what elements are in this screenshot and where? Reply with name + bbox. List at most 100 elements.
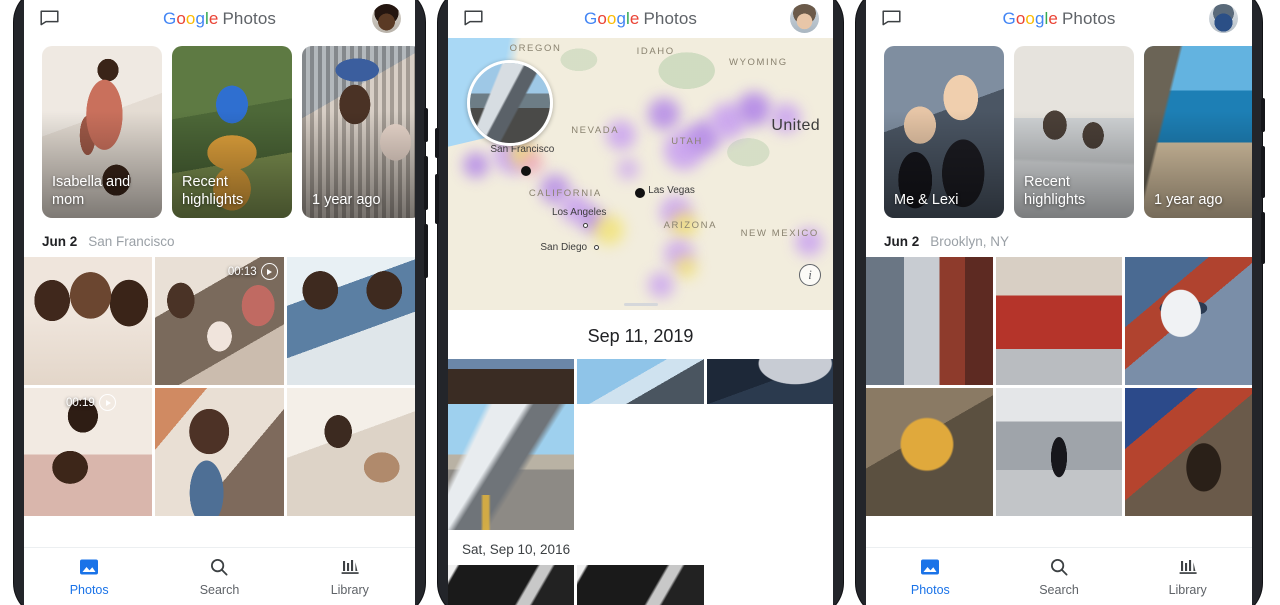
side-button[interactable]: [1261, 146, 1265, 198]
heat-blob: [648, 271, 675, 298]
nav-item-search[interactable]: Search: [995, 556, 1124, 597]
heat-blob: [648, 97, 681, 130]
photo-cell[interactable]: [286, 257, 415, 385]
map-city-marker[interactable]: [521, 165, 532, 176]
memory-card[interactable]: Isabella and mom: [42, 46, 162, 218]
side-button[interactable]: [424, 224, 428, 278]
memory-card[interactable]: Recent highlights: [172, 46, 292, 218]
app-title-product: Photos: [1061, 9, 1116, 28]
side-button[interactable]: [424, 108, 428, 142]
library-icon: [1177, 556, 1199, 578]
nav-label: Library: [330, 583, 369, 597]
heat-blob: [675, 255, 698, 278]
app-title: Google Photos: [584, 9, 697, 28]
photo-cell[interactable]: [286, 388, 415, 516]
photo-cell[interactable]: [1125, 388, 1252, 516]
grid-empty: [706, 404, 833, 530]
avatar[interactable]: [790, 4, 819, 33]
nav-item-photos[interactable]: Photos: [24, 556, 154, 597]
map-photo-thumbnail[interactable]: [467, 59, 554, 146]
photo-cell[interactable]: 00:13: [155, 257, 284, 385]
search-icon: [209, 556, 229, 578]
play-icon[interactable]: [260, 263, 278, 280]
photo-grid[interactable]: 00:13 00:19: [24, 257, 415, 516]
photo-grid[interactable]: [866, 257, 1252, 516]
photo-grid-top[interactable]: [448, 359, 833, 404]
side-button[interactable]: [1261, 212, 1265, 264]
chat-bubble-icon[interactable]: [464, 10, 483, 26]
photos-icon: [79, 556, 99, 578]
memory-card[interactable]: 1 year ago: [1144, 46, 1252, 218]
bottom-nav[interactable]: Photos Search Library: [24, 547, 415, 605]
photo-cell[interactable]: [448, 565, 575, 605]
photo-cell[interactable]: [448, 359, 575, 404]
video-duration: 00:13: [227, 265, 257, 278]
bottom-nav[interactable]: Photos Search Library: [866, 547, 1252, 605]
app-bar: Google Photos: [866, 0, 1252, 38]
nav-item-search[interactable]: Search: [154, 556, 284, 597]
map-city-marker[interactable]: [582, 222, 588, 228]
photo-map[interactable]: OREGON IDAHO WYOMING NEVADA UTAH CALIFOR…: [448, 38, 833, 310]
photo-cell[interactable]: [706, 359, 833, 404]
nav-item-photos[interactable]: Photos: [866, 556, 995, 597]
photo-date-heading: Sep 11, 2019: [587, 326, 694, 346]
photo-grid-strip[interactable]: [448, 565, 833, 605]
nav-label: Library: [1168, 583, 1207, 597]
photo-cell[interactable]: [866, 388, 993, 516]
memory-caption: Recent highlights: [1024, 173, 1086, 209]
phone-center: Google Photos OREGON IDAHO WYOMING NEVAD…: [435, 0, 843, 605]
photo-subdate-heading: Sat, Sep 10, 2016: [462, 542, 571, 557]
side-button[interactable]: [435, 174, 439, 224]
search-icon: [1049, 556, 1069, 578]
memory-card[interactable]: Me & Lexi: [884, 46, 1004, 218]
library-icon: [339, 556, 361, 578]
chat-bubble-icon[interactable]: [882, 10, 901, 26]
photo-cell[interactable]: [24, 257, 153, 385]
nav-label: Search: [1039, 583, 1079, 597]
app-title-product: Photos: [222, 9, 276, 28]
play-icon[interactable]: [98, 394, 116, 411]
grid-empty: [577, 404, 704, 530]
nav-label: Search: [199, 583, 240, 597]
date-header: Jun 2 Brooklyn, NY: [866, 228, 1252, 257]
photo-cell[interactable]: [995, 388, 1123, 516]
map-city-marker[interactable]: [634, 187, 645, 198]
place-label: Brooklyn, NY: [930, 234, 1010, 249]
side-button[interactable]: [435, 128, 439, 158]
photo-cell[interactable]: [1125, 257, 1252, 385]
date-label: Jun 2: [42, 234, 78, 249]
date-header: Jun 2 San Francisco: [24, 228, 415, 257]
phone-screen-left: Google Photos Isabella and mom Recent hi…: [24, 0, 415, 605]
memories-row[interactable]: Me & Lexi Recent highlights 1 year ago: [866, 38, 1252, 228]
nav-item-library[interactable]: Library: [285, 556, 415, 597]
chat-bubble-icon[interactable]: [40, 10, 59, 26]
info-icon[interactable]: i: [799, 264, 821, 286]
app-bar: Google Photos: [448, 0, 833, 38]
video-badge: 00:13: [228, 263, 278, 280]
photo-cell[interactable]: [577, 359, 704, 404]
photo-cell[interactable]: [577, 565, 704, 605]
phone-right: Google Photos Me & Lexi Recent highlight…: [856, 0, 1265, 605]
photo-cell[interactable]: [995, 257, 1123, 385]
place-label: San Francisco: [88, 234, 175, 249]
avatar[interactable]: [1209, 4, 1238, 33]
sheet-drag-handle[interactable]: [623, 303, 658, 306]
photo-cell[interactable]: [706, 565, 833, 605]
nav-label: Photos: [910, 583, 950, 597]
memory-caption: Me & Lexi: [894, 192, 959, 209]
side-button[interactable]: [424, 156, 428, 210]
photo-grid-big[interactable]: [448, 404, 833, 530]
memory-card[interactable]: Recent highlights: [1014, 46, 1134, 218]
photo-cell[interactable]: [155, 388, 284, 516]
side-button[interactable]: [1261, 98, 1265, 132]
photo-cell[interactable]: [866, 257, 993, 385]
avatar[interactable]: [372, 4, 401, 33]
memory-card[interactable]: 1 year ago: [302, 46, 415, 218]
nav-item-library[interactable]: Library: [1123, 556, 1252, 597]
photos-icon: [920, 556, 940, 578]
photo-cell[interactable]: 00:19: [24, 388, 153, 516]
memories-row[interactable]: Isabella and mom Recent highlights 1 yea…: [24, 38, 415, 228]
photo-cell-large[interactable]: [448, 404, 575, 530]
memory-caption: 1 year ago: [312, 192, 381, 209]
app-title-product: Photos: [643, 9, 697, 28]
